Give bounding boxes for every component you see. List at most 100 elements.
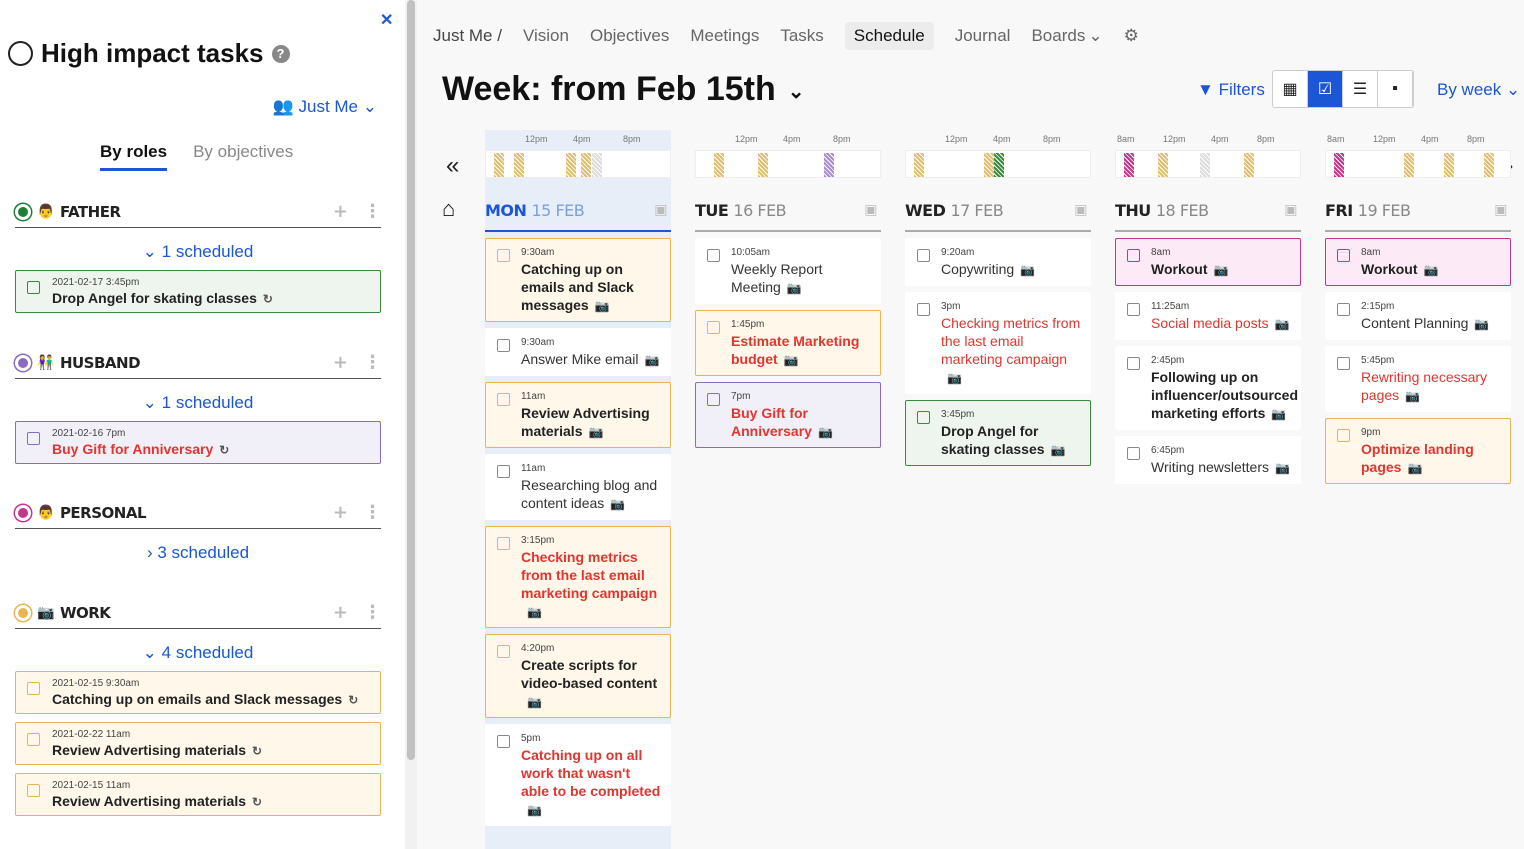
role-icon: 📷: [37, 604, 54, 621]
task-checkbox[interactable]: [1127, 249, 1140, 262]
calendar-add-icon[interactable]: ▣: [1284, 202, 1297, 218]
task-card[interactable]: 9pm Optimize landing pages 📷: [1325, 418, 1511, 484]
scheduled-toggle[interactable]: › 3 scheduled: [15, 543, 381, 563]
filters-button[interactable]: ▼ Filters: [1197, 80, 1265, 100]
task-card[interactable]: 3pm Checking metrics from the last email…: [905, 292, 1091, 394]
task-card[interactable]: 2021-02-22 11am Review Advertising mater…: [15, 722, 381, 765]
task-card[interactable]: 2:15pm Content Planning 📷: [1325, 292, 1511, 340]
time-block: [1158, 153, 1168, 177]
task-checkbox[interactable]: [1127, 357, 1140, 370]
task-checkbox[interactable]: [1337, 303, 1350, 316]
gear-icon[interactable]: ⚙: [1124, 26, 1139, 46]
nav-item[interactable]: Boards: [1031, 26, 1085, 46]
task-card[interactable]: 9:30am Answer Mike email 📷: [485, 328, 671, 376]
task-checkbox[interactable]: [707, 249, 720, 262]
task-checkbox[interactable]: [497, 645, 510, 658]
calendar-icon[interactable]: ▦: [1273, 71, 1308, 107]
add-icon[interactable]: +: [333, 502, 348, 523]
task-checkbox[interactable]: [917, 303, 930, 316]
task-card[interactable]: 2021-02-15 9:30am Catching up on emails …: [15, 671, 381, 714]
task-checkbox[interactable]: [707, 321, 720, 334]
task-card[interactable]: 2021-02-15 11am Review Advertising mater…: [15, 773, 381, 816]
calendar-add-icon[interactable]: ▣: [1074, 202, 1087, 218]
task-checkbox[interactable]: [497, 537, 510, 550]
week-title[interactable]: Week: from Feb 15th ⌄: [442, 70, 805, 109]
task-checkbox[interactable]: [497, 465, 510, 478]
task-checkbox[interactable]: [497, 249, 510, 262]
nav-item[interactable]: Journal: [955, 26, 1011, 46]
nav-item[interactable]: Schedule: [844, 22, 934, 50]
task-card[interactable]: 10:05am Weekly Report Meeting 📷: [695, 238, 881, 304]
task-card[interactable]: 2021-02-16 7pm Buy Gift for Anniversary ↻: [15, 421, 381, 464]
close-icon[interactable]: ✕: [380, 10, 393, 30]
task-checkbox[interactable]: [707, 393, 720, 406]
task-checkbox[interactable]: [497, 393, 510, 406]
task-card[interactable]: 11:25am Social media posts 📷: [1115, 292, 1301, 340]
task-card[interactable]: 7pm Buy Gift for Anniversary 📷: [695, 382, 881, 448]
task-card[interactable]: 8am Workout 📷: [1325, 238, 1511, 286]
task-card[interactable]: 3:15pm Checking metrics from the last em…: [485, 526, 671, 628]
task-checkbox[interactable]: [917, 249, 930, 262]
calendar-add-icon[interactable]: ▣: [654, 202, 667, 218]
list-icon[interactable]: ☰: [1343, 71, 1378, 107]
task-card[interactable]: 8am Workout 📷: [1115, 238, 1301, 286]
task-checkbox[interactable]: [917, 411, 930, 424]
scrollbar[interactable]: [405, 0, 417, 849]
add-icon[interactable]: +: [333, 201, 348, 222]
owner-dropdown[interactable]: 👥 Just Me ⌄: [273, 97, 377, 117]
calendar-check-icon[interactable]: ☑: [1308, 71, 1343, 107]
task-checkbox[interactable]: [27, 281, 40, 294]
task-card[interactable]: 11am Researching blog and content ideas 📷: [485, 454, 671, 520]
role-icon: 👫: [37, 354, 54, 371]
task-checkbox[interactable]: [497, 735, 510, 748]
task-card[interactable]: 2:45pm Following up on influencer/outsou…: [1115, 346, 1301, 430]
task-card[interactable]: 4:20pm Create scripts for video-based co…: [485, 634, 671, 718]
scheduled-toggle[interactable]: ⌄ 1 scheduled: [15, 242, 381, 262]
add-icon[interactable]: +: [333, 602, 348, 623]
more-icon[interactable]: ⋮: [364, 201, 382, 222]
task-card[interactable]: 11am Review Advertising materials 📷: [485, 382, 671, 448]
task-card[interactable]: 2021-02-17 3:45pm Drop Angel for skating…: [15, 270, 381, 313]
nav-item[interactable]: Tasks: [780, 26, 823, 46]
tab-by-objectives[interactable]: By objectives: [193, 142, 293, 171]
nav-item[interactable]: Objectives: [590, 26, 669, 46]
task-checkbox[interactable]: [27, 733, 40, 746]
home-icon[interactable]: ⌂: [442, 196, 455, 222]
nav-item[interactable]: Vision: [523, 26, 569, 46]
tab-by-roles[interactable]: By roles: [100, 142, 168, 171]
task-checkbox[interactable]: [27, 682, 40, 695]
calendar-add-icon[interactable]: ▣: [864, 202, 877, 218]
task-checkbox[interactable]: [1337, 357, 1350, 370]
task-card[interactable]: 3:45pm Drop Angel for skating classes 📷: [905, 400, 1091, 466]
task-card[interactable]: 5pm Catching up on all work that wasn't …: [485, 724, 671, 826]
calendar-add-icon[interactable]: ▣: [1494, 202, 1507, 218]
time-block: [1334, 153, 1344, 177]
task-checkbox[interactable]: [1337, 249, 1350, 262]
scheduled-toggle[interactable]: ⌄ 4 scheduled: [15, 643, 381, 663]
nav-item[interactable]: Meetings: [690, 26, 759, 46]
help-icon[interactable]: ?: [271, 44, 290, 63]
time-block: [758, 153, 768, 177]
more-icon[interactable]: ⋮: [364, 602, 382, 623]
prev-week-icon[interactable]: «: [446, 152, 459, 180]
more-icon[interactable]: ⋮: [364, 352, 382, 373]
task-checkbox[interactable]: [1337, 429, 1350, 442]
task-card[interactable]: 1:45pm Estimate Marketing budget 📷: [695, 310, 881, 376]
task-card[interactable]: 5:45pm Rewriting necessary pages 📷: [1325, 346, 1511, 412]
camera-icon: 📷: [1271, 407, 1287, 421]
time-block: [581, 153, 591, 177]
add-icon[interactable]: +: [333, 352, 348, 373]
task-card[interactable]: 6:45pm Writing newsletters 📷: [1115, 436, 1301, 484]
task-card[interactable]: 9:30am Catching up on emails and Slack m…: [485, 238, 671, 322]
task-checkbox[interactable]: [1127, 447, 1140, 460]
task-card[interactable]: 9:20am Copywriting 📷: [905, 238, 1091, 286]
task-checkbox[interactable]: [1127, 303, 1140, 316]
task-checkbox[interactable]: [27, 784, 40, 797]
more-icon[interactable]: ⋮: [364, 502, 382, 523]
grid-icon[interactable]: ▪: [1378, 71, 1413, 107]
task-checkbox[interactable]: [27, 432, 40, 445]
nav-item[interactable]: Just Me /: [433, 26, 502, 46]
by-week-dropdown[interactable]: By week ⌄: [1437, 80, 1520, 100]
task-checkbox[interactable]: [497, 339, 510, 352]
scheduled-toggle[interactable]: ⌄ 1 scheduled: [15, 393, 381, 413]
